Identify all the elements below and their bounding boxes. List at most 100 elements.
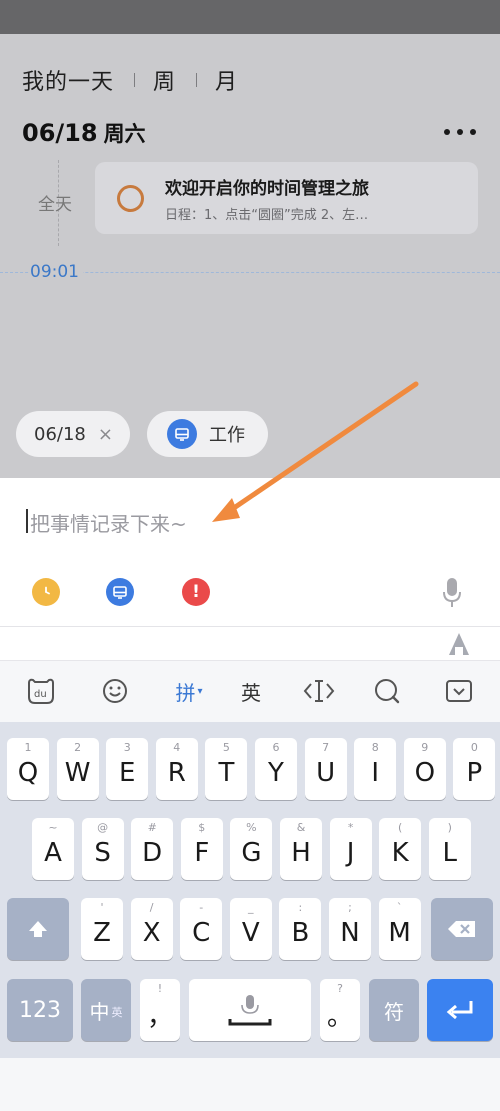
key-label: P [466,758,483,788]
cursor-move-icon[interactable] [302,673,336,709]
key-b[interactable]: :B [279,898,322,960]
english-mode-button[interactable]: 英 [236,673,266,709]
numbers-key[interactable]: 123 [7,979,73,1041]
tab-my-day[interactable]: 我的一天 [22,64,114,96]
shift-key[interactable] [7,898,69,960]
clock-icon[interactable] [32,578,60,606]
key-k[interactable]: (K [379,818,422,880]
current-weekday: 周六 [103,122,146,146]
key-sub-label: ( [398,821,403,834]
key-n[interactable]: ; N [329,898,371,960]
key-y[interactable]: 6Y [255,738,297,800]
backspace-key[interactable] [431,898,493,960]
search-icon[interactable] [372,673,402,709]
key-label: U [316,758,336,788]
key-sub-label: ) [447,821,452,834]
key-label: M [388,918,411,948]
key-g[interactable]: % G [230,818,273,880]
date-chip[interactable]: 06/18 × [16,411,130,457]
key-s[interactable]: @ S [81,818,124,880]
key-label: J [346,838,355,868]
emoji-icon[interactable] [100,673,130,709]
event-description: 日程：1、点击“圆圈”完成 2、左… [165,208,369,223]
key-e[interactable]: 3E [106,738,149,800]
key-sub-label: : [298,901,303,914]
status-bar [0,0,500,34]
key-sub-label: 8 [371,741,379,754]
key-x[interactable]: / X [130,898,173,960]
tab-separator [196,73,198,87]
candidate-bar: du 拼 ▾ 英 [0,660,500,722]
key-d[interactable]: # D [131,818,174,880]
key-z[interactable]: ' Z [81,898,123,960]
complete-circle-icon[interactable] [117,185,144,212]
key-sub-label: _ [248,901,254,914]
inbox-icon[interactable] [106,578,134,606]
key-sub-label: 7 [322,741,330,754]
key-i[interactable]: 8I [354,738,397,800]
key-f[interactable]: $ F [180,818,223,880]
comma-key[interactable]: ! ， [140,979,180,1041]
key-sub-label: # [147,821,157,834]
key-p[interactable]: 0P [453,738,496,800]
key-label: Y [268,758,284,788]
tab-month[interactable]: 月 [215,64,238,96]
bottom-area [0,1058,500,1111]
key-m[interactable]: ` M [378,898,421,960]
key-r[interactable]: 4R [155,738,198,800]
hide-keyboard-icon[interactable] [444,673,474,709]
keyboard-a-icon[interactable] [446,631,472,657]
key-label: Z [93,918,111,948]
divider [0,626,500,627]
key-sub-label: ' [100,901,104,914]
key-h[interactable]: & H [280,818,322,880]
key-label: K [391,838,409,868]
language-switch-key[interactable]: 中 英 [81,979,131,1041]
key-sub-label: @ [97,821,109,834]
key-label: H [291,838,311,868]
date-chip-label: 06/18 [34,423,86,445]
task-input[interactable]: 把事情记录下来~ [30,508,187,537]
event-card[interactable]: 欢迎开启你的时间管理之旅 日程：1、点击“圆圈”完成 2、左… [95,162,478,234]
event-title: 欢迎开启你的时间管理之旅 [165,179,369,199]
current-time-label: 09:01 [30,262,83,282]
key-label: I [371,758,380,788]
key-sub-label: ; [348,901,352,914]
close-icon[interactable]: × [98,424,113,445]
key-o[interactable]: 9O [403,738,446,800]
key-sub-label: ~ [48,821,58,834]
key-j[interactable]: * J [329,818,372,880]
baidu-bear-icon[interactable]: du [24,673,58,709]
key-l[interactable]: ) L [428,818,471,880]
key-label: L [442,838,458,868]
symbols-key[interactable]: 符 [369,979,419,1041]
key-w[interactable]: 2W [56,738,99,800]
more-icon[interactable] [444,122,476,142]
category-chip[interactable]: 工作 [147,411,268,457]
key-sub-label: 6 [272,741,280,754]
english-label: 英 [241,680,261,705]
key-label: E [118,758,136,788]
keyboard: 1Q2W3E4R5T6Y7U8I9O0P ~ A @ S # D $ F% G & H * J(K) L … [0,722,500,1111]
key-v[interactable]: _ V [229,898,272,960]
space-key[interactable] [189,979,311,1041]
tab-week[interactable]: 周 [153,64,176,96]
key-u[interactable]: 7U [304,738,347,800]
microphone-icon[interactable] [440,576,464,610]
enter-key[interactable] [427,979,493,1041]
key-sub-label: 9 [421,741,429,754]
period-key[interactable]: ? 。 [320,979,360,1041]
key-a[interactable]: ~ A [32,818,74,880]
key-q[interactable]: 1Q [7,738,49,800]
key-label: N [340,918,360,948]
key-label: G [241,838,262,868]
key-sub-label: % [246,821,257,834]
svg-text:du: du [34,689,47,700]
key-label: A [44,838,62,868]
key-label: T [218,758,235,788]
key-c[interactable]: -C [180,898,223,960]
priority-icon[interactable]: ! [182,578,210,606]
key-sub-label: 2 [74,741,82,754]
key-t[interactable]: 5T [205,738,248,800]
pinyin-mode-button[interactable]: 拼 ▾ [168,673,210,709]
